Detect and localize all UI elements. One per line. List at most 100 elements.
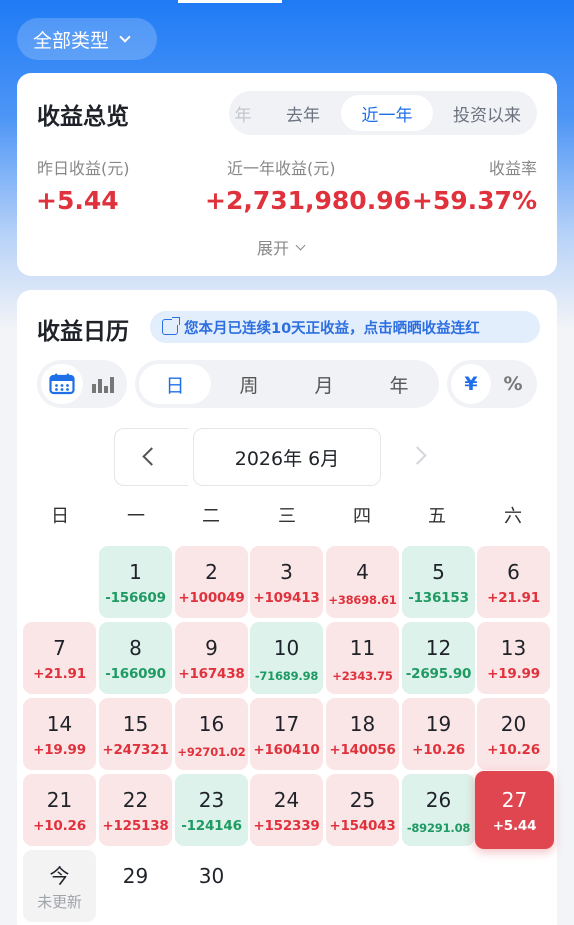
overview-card: 收益总览 年 去年 近一年 投资以来 昨日收益(元) +5.44 近一年收益(元… [17,73,557,276]
day-cell[interactable]: 7 +21.91 [23,622,96,694]
yesterday-value: +5.44 [36,186,119,215]
day-value: +125138 [102,818,169,834]
view-switch [37,360,127,408]
day-number: 6 [507,560,520,584]
day-value: +140056 [329,742,396,758]
unit-selector: ¥ % [447,360,537,408]
calendar-view-toggle[interactable] [41,364,83,404]
day-number: 8 [129,636,142,660]
day-value: +38698.61 [328,593,397,607]
day-cell[interactable]: 22 +125138 [99,774,172,846]
day-number: 13 [500,636,527,660]
day-number: 1 [129,560,142,584]
period-week[interactable]: 周 [213,364,285,404]
day-number: 4 [356,560,369,584]
expand-button[interactable]: 展开 [257,235,306,259]
day-value: +5.44 [492,818,537,834]
day-cell[interactable]: 20 +10.26 [477,698,550,770]
day-value: -136153 [408,590,469,606]
day-number: 19 [425,712,452,736]
day-cell[interactable]: 16 +92701.02 [175,698,248,770]
year-income-value: +2,731,980.96 [205,186,411,215]
day-cell[interactable]: 2 +100049 [175,546,248,618]
day-number: 21 [46,788,73,812]
share-icon [162,317,180,335]
day-value: -124146 [181,818,242,834]
day-number: 14 [46,712,73,736]
day-value: +2343.75 [332,669,393,683]
day-cell[interactable]: 10 -71689.98 [250,622,323,694]
day-value: -89291.08 [406,821,471,835]
day-cell[interactable]: 29 [99,850,172,922]
day-number: 5 [432,560,445,584]
day-cell[interactable]: 5 -136153 [402,546,475,618]
day-cell[interactable]: 24 +152339 [250,774,323,846]
next-month-button[interactable] [387,428,461,486]
chart-view-toggle[interactable] [83,364,123,404]
day-value: -2695.90 [405,666,472,682]
day-number: 20 [500,712,527,736]
day-cell-selected[interactable]: 27 +5.44 [475,771,554,849]
calendar-card: 收益日历 您本月已连续10天正收益，点击晒晒收益连红 日 周 月 年 ¥ % 2… [17,290,557,925]
type-filter-label: 全部类型 [33,29,110,52]
day-cell[interactable]: 1 -156609 [99,546,172,618]
period-day[interactable]: 日 [139,364,211,404]
day-cell[interactable]: 23 -124146 [175,774,248,846]
top-indicator [178,0,282,3]
chevron-down-icon [119,31,131,43]
unit-currency[interactable]: ¥ [451,364,491,404]
range-selector: 年 去年 近一年 投资以来 [229,91,537,135]
day-cell[interactable]: 17 +160410 [250,698,323,770]
day-value: +167438 [178,666,245,682]
day-number: 15 [122,712,149,736]
day-cell[interactable]: 14 +19.99 [23,698,96,770]
day-cell[interactable]: 25 +154043 [326,774,399,846]
day-cell[interactable]: 19 +10.26 [402,698,475,770]
range-tab-recent-year[interactable]: 近一年 [341,95,433,131]
overview-title: 收益总览 [37,104,129,130]
weekday-mon: 一 [127,506,145,527]
day-cell[interactable]: 3 +109413 [250,546,323,618]
day-cell[interactable]: 9 +167438 [175,622,248,694]
day-number: 27 [501,788,528,812]
range-tab-last-year[interactable]: 去年 [265,95,341,131]
period-month[interactable]: 月 [288,364,360,404]
day-cell[interactable]: 30 [175,850,248,922]
day-value: +19.99 [487,666,540,682]
day-value: 未更新 [37,893,82,911]
month-label[interactable]: 2026年 6月 [193,428,381,486]
day-value: +152339 [253,818,320,834]
day-cell[interactable]: 18 +140056 [326,698,399,770]
calendar-icon [49,373,75,395]
day-number: 26 [425,788,452,812]
day-value: +10.26 [412,742,465,758]
type-filter-dropdown[interactable]: 全部类型 [17,18,157,60]
day-number: 9 [205,636,218,660]
streak-banner[interactable]: 您本月已连续10天正收益，点击晒晒收益连红 [150,311,540,343]
day-cell[interactable]: 8 -166090 [99,622,172,694]
day-value: +160410 [253,742,320,758]
day-cell[interactable]: 11 +2343.75 [326,622,399,694]
day-value: +21.91 [33,666,86,682]
day-value: +247321 [102,742,169,758]
day-cell[interactable]: 4 +38698.61 [326,546,399,618]
day-number: 17 [273,712,300,736]
day-number: 3 [280,560,293,584]
day-cell[interactable]: 6 +21.91 [477,546,550,618]
day-value: +92701.02 [177,745,246,759]
prev-month-button[interactable] [114,428,188,486]
period-year[interactable]: 年 [363,364,435,404]
weekday-fri: 五 [428,506,446,527]
range-tab-since-invest[interactable]: 投资以来 [437,95,537,131]
range-tab-year[interactable]: 年 [229,95,269,131]
year-income-label: 近一年收益(元) [227,159,336,178]
day-cell[interactable]: 15 +247321 [99,698,172,770]
day-cell[interactable]: 21 +10.26 [23,774,96,846]
day-cell[interactable]: 12 -2695.90 [402,622,475,694]
day-cell-today[interactable]: 今未更新 [23,850,96,922]
day-cell[interactable]: 26 -89291.08 [402,774,475,846]
day-value: +21.91 [487,590,540,606]
unit-percent[interactable]: % [493,364,533,404]
day-number: 11 [349,636,376,660]
day-cell[interactable]: 13 +19.99 [477,622,550,694]
